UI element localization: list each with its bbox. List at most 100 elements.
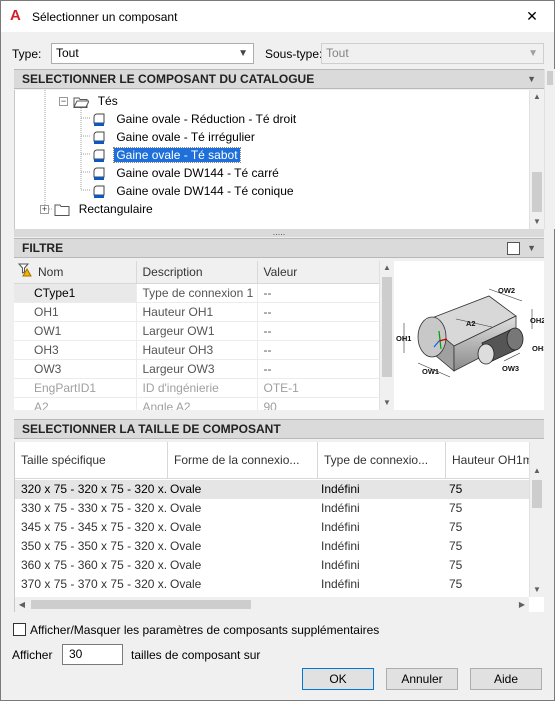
scroll-up-icon[interactable]: ▲: [530, 90, 544, 104]
tree-item-label: Tés: [97, 94, 118, 108]
filtre-section-header[interactable]: FILTRE ▼: [14, 238, 544, 258]
scroll-up-icon[interactable]: ▲: [380, 261, 394, 275]
property-row[interactable]: OW3 Largeur OW3 --: [14, 359, 379, 379]
shape-cell: Ovale: [170, 482, 202, 496]
property-name: OH1: [14, 302, 137, 322]
tree-item-rectangulaire[interactable]: + Rectangulaire: [40, 200, 155, 218]
tree-item-label: Gaine ovale DW144 - Té conique: [116, 184, 294, 198]
column-header-name[interactable]: Nom: [14, 261, 137, 284]
size-row[interactable]: 330 x 75 - 330 x 75 - 320 x... Ovale Ind…: [15, 499, 530, 518]
shape-cell: Ovale: [170, 539, 202, 553]
column-header-connection-shape[interactable]: Forme de la connexio...: [168, 442, 318, 479]
filter-toggle-checkbox[interactable]: [507, 242, 520, 255]
type-select[interactable]: Tout ▼: [51, 43, 254, 64]
filtre-section-title: FILTRE: [22, 241, 64, 255]
tree-item-te-sabot[interactable]: Gaine ovale - Té sabot: [92, 146, 241, 164]
dim-label-oh3: OH3: [532, 344, 544, 353]
height-cell: 75: [449, 520, 463, 534]
property-value: OTE-1: [257, 378, 379, 398]
size-table[interactable]: Taille spécifique Forme de la connexio..…: [14, 442, 544, 612]
scroll-right-icon[interactable]: ▶: [515, 597, 529, 612]
size-row[interactable]: 345 x 75 - 345 x 75 - 320 x... Ovale Ind…: [15, 518, 530, 537]
column-header-value[interactable]: Valeur: [257, 261, 379, 284]
subtype-select[interactable]: Tout ▼: [321, 43, 544, 64]
ok-button[interactable]: OK: [302, 668, 374, 690]
size-count-input[interactable]: 30: [62, 644, 123, 665]
scroll-up-icon[interactable]: ▲: [530, 464, 544, 478]
size-row[interactable]: 350 x 75 - 350 x 75 - 320 x... Ovale Ind…: [15, 537, 530, 556]
component-icon: [93, 185, 105, 198]
expand-plus-icon[interactable]: +: [40, 205, 49, 215]
outer-scrollbar[interactable]: [544, 69, 555, 229]
property-value[interactable]: --: [257, 283, 379, 303]
property-value[interactable]: --: [257, 302, 379, 322]
tree-item-tes[interactable]: − Tés: [59, 92, 120, 110]
property-description: Angle A2: [136, 397, 258, 410]
show-extra-params-label[interactable]: Afficher/Masquer les paramètres de compo…: [30, 623, 379, 637]
property-row[interactable]: CType1 Type de connexion 1 --: [14, 283, 379, 303]
column-header-size[interactable]: Taille spécifique: [15, 442, 168, 479]
catalog-scrollbar[interactable]: ▲ ▼: [529, 90, 544, 229]
tree-item-reduction-te-droit[interactable]: Gaine ovale - Réduction - Té droit: [92, 110, 298, 128]
size-cell: 345 x 75 - 345 x 75 - 320 x...: [21, 520, 168, 534]
property-row[interactable]: OH1 Hauteur OH1 --: [14, 302, 379, 322]
subtype-select-value: Tout: [326, 46, 349, 60]
tree-item-dw144-te-conique[interactable]: Gaine ovale DW144 - Té conique: [92, 182, 296, 200]
cancel-button[interactable]: Annuler: [386, 668, 458, 690]
size-row[interactable]: 370 x 75 - 370 x 75 - 320 x... Ovale Ind…: [15, 575, 530, 594]
property-name: OH3: [14, 340, 137, 360]
scroll-down-icon[interactable]: ▼: [530, 583, 544, 597]
column-header-description[interactable]: Description: [136, 261, 258, 284]
height-cell: 75: [449, 482, 463, 496]
tree-item-dw144-te-carre[interactable]: Gaine ovale DW144 - Té carré: [92, 164, 281, 182]
tree-item-te-irregulier[interactable]: Gaine ovale - Té irrégulier: [92, 128, 257, 146]
property-name: OW3: [14, 359, 137, 379]
size-scrollbar[interactable]: ▲ ▼: [529, 442, 544, 597]
size-cell: 360 x 75 - 360 x 75 - 320 x...: [21, 558, 168, 572]
scroll-left-icon[interactable]: ◀: [15, 597, 29, 612]
property-value[interactable]: --: [257, 321, 379, 341]
property-name: EngPartID1: [14, 378, 137, 398]
property-row[interactable]: OH3 Hauteur OH3 --: [14, 340, 379, 360]
shape-cell: Ovale: [170, 520, 202, 534]
property-row[interactable]: EngPartID1 ID d'ingénierie OTE-1: [14, 378, 379, 398]
property-value[interactable]: --: [257, 340, 379, 360]
component-icon: [93, 131, 105, 144]
show-extra-params-checkbox[interactable]: [13, 623, 26, 636]
property-description: Hauteur OH3: [136, 340, 258, 360]
property-row[interactable]: OW1 Largeur OW1 --: [14, 321, 379, 341]
property-description: Largeur OW1: [136, 321, 258, 341]
component-icon: [93, 167, 105, 180]
collapse-arrow-icon[interactable]: ▼: [527, 70, 536, 88]
type-cell: Indéfini: [321, 482, 360, 496]
scroll-down-icon[interactable]: ▼: [530, 215, 544, 229]
collapse-arrow-icon[interactable]: ▼: [527, 239, 536, 257]
tree-item-label: Rectangulaire: [78, 202, 153, 216]
dim-label-a2: A2: [466, 319, 476, 328]
property-grid[interactable]: Nom Description Valeur CType1 Type de co…: [14, 261, 379, 410]
scroll-thumb[interactable]: [31, 600, 251, 609]
property-scrollbar[interactable]: ▲ ▼: [379, 261, 394, 410]
property-row[interactable]: A2 Angle A2 90: [14, 397, 379, 410]
size-row[interactable]: 360 x 75 - 360 x 75 - 320 x... Ovale Ind…: [15, 556, 530, 575]
catalog-tree[interactable]: − Tés Gaine ovale - Réduction - Té droit…: [14, 90, 529, 229]
panel-splitter[interactable]: .....: [14, 228, 544, 237]
catalog-section-header[interactable]: SELECTIONNER LE COMPOSANT DU CATALOGUE ▼: [14, 69, 544, 89]
chevron-down-icon: ▼: [238, 48, 248, 59]
scroll-thumb[interactable]: [532, 480, 542, 508]
size-row[interactable]: 320 x 75 - 320 x 75 - 320 x... Ovale Ind…: [15, 480, 530, 499]
type-cell: Indéfini: [321, 577, 360, 591]
size-section-header[interactable]: SELECTIONNER LA TAILLE DE COMPOSANT: [14, 419, 544, 439]
collapse-minus-icon[interactable]: −: [59, 97, 68, 107]
size-section-title: SELECTIONNER LA TAILLE DE COMPOSANT: [22, 422, 281, 436]
property-value[interactable]: --: [257, 359, 379, 379]
scroll-thumb[interactable]: [532, 172, 542, 212]
scroll-thumb[interactable]: [547, 71, 553, 85]
help-button[interactable]: Aide: [470, 668, 542, 690]
column-header-connection-type[interactable]: Type de connexio...: [318, 442, 446, 479]
scroll-thumb[interactable]: [382, 277, 392, 377]
scroll-down-icon[interactable]: ▼: [380, 396, 394, 410]
size-hscrollbar[interactable]: ◀ ▶: [15, 597, 529, 612]
height-cell: 75: [449, 558, 463, 572]
close-button[interactable]: ✕: [510, 1, 554, 32]
